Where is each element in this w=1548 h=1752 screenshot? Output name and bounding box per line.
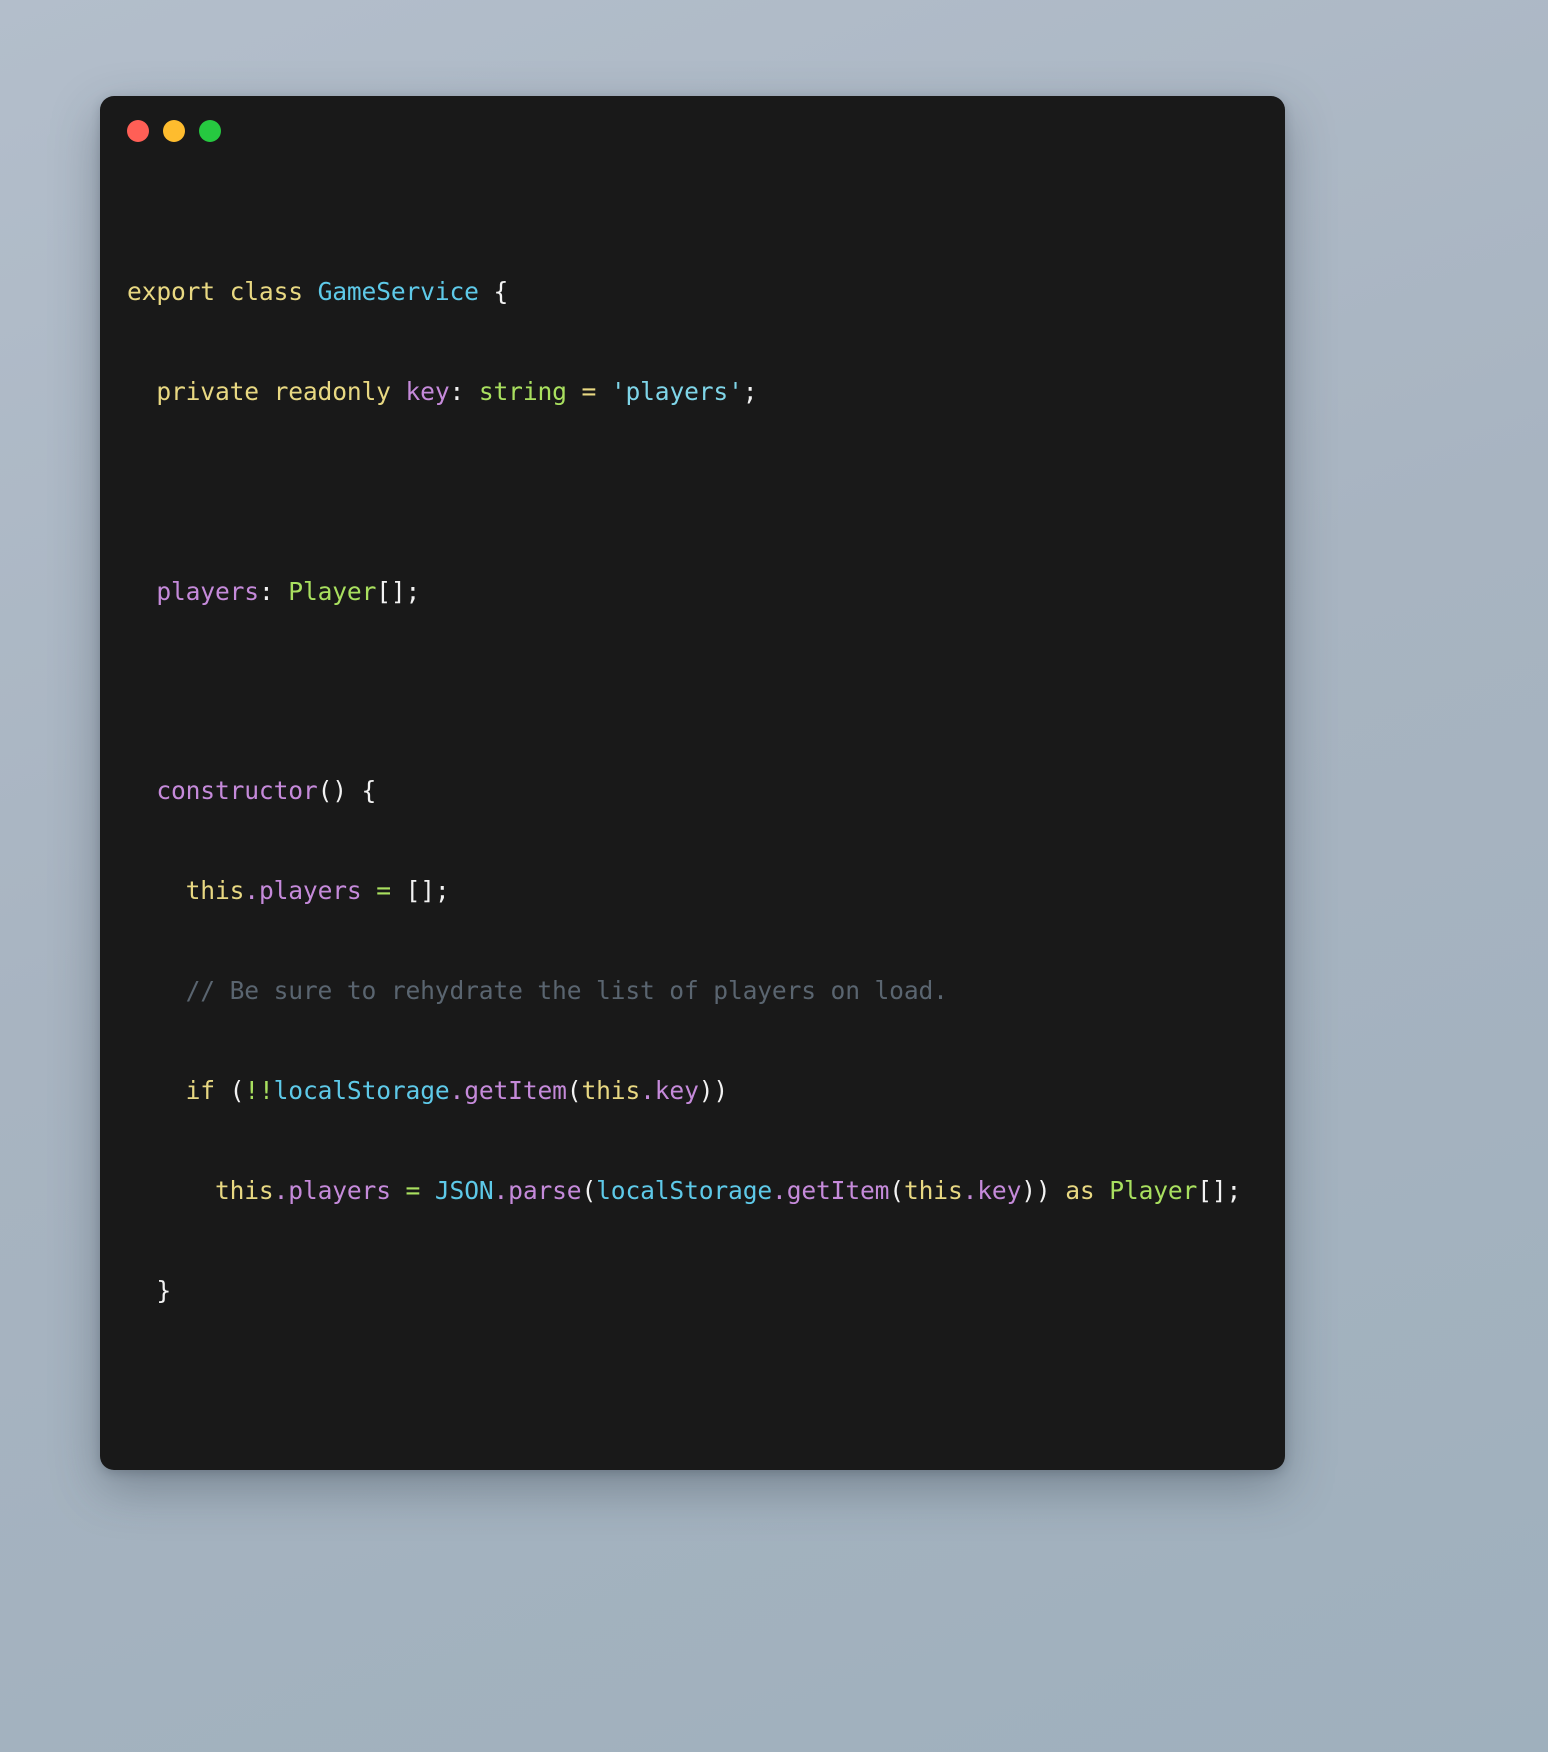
code-line: private readonly key: string = 'players'… <box>156 376 758 406</box>
window-titlebar <box>100 96 1285 166</box>
code-line: players: Player[]; <box>156 576 421 606</box>
close-window-button[interactable] <box>127 120 149 142</box>
code-line: this.players = []; <box>185 876 450 906</box>
code-line: this.players = JSON.parse(localStorage.g… <box>214 1175 1242 1205</box>
maximize-window-button[interactable] <box>199 120 221 142</box>
code-line: // Be sure to rehydrate the list of play… <box>185 976 948 1006</box>
code-line: export class GameService { <box>127 276 509 306</box>
code-block: export class GameService { private reado… <box>100 166 1285 1470</box>
code-line: } <box>156 1275 171 1305</box>
code-window: export class GameService { private reado… <box>100 96 1285 1470</box>
code-line: if (!!localStorage.getItem(this.key)) <box>185 1076 729 1106</box>
minimize-window-button[interactable] <box>163 120 185 142</box>
code-line: constructor() { <box>156 776 377 806</box>
